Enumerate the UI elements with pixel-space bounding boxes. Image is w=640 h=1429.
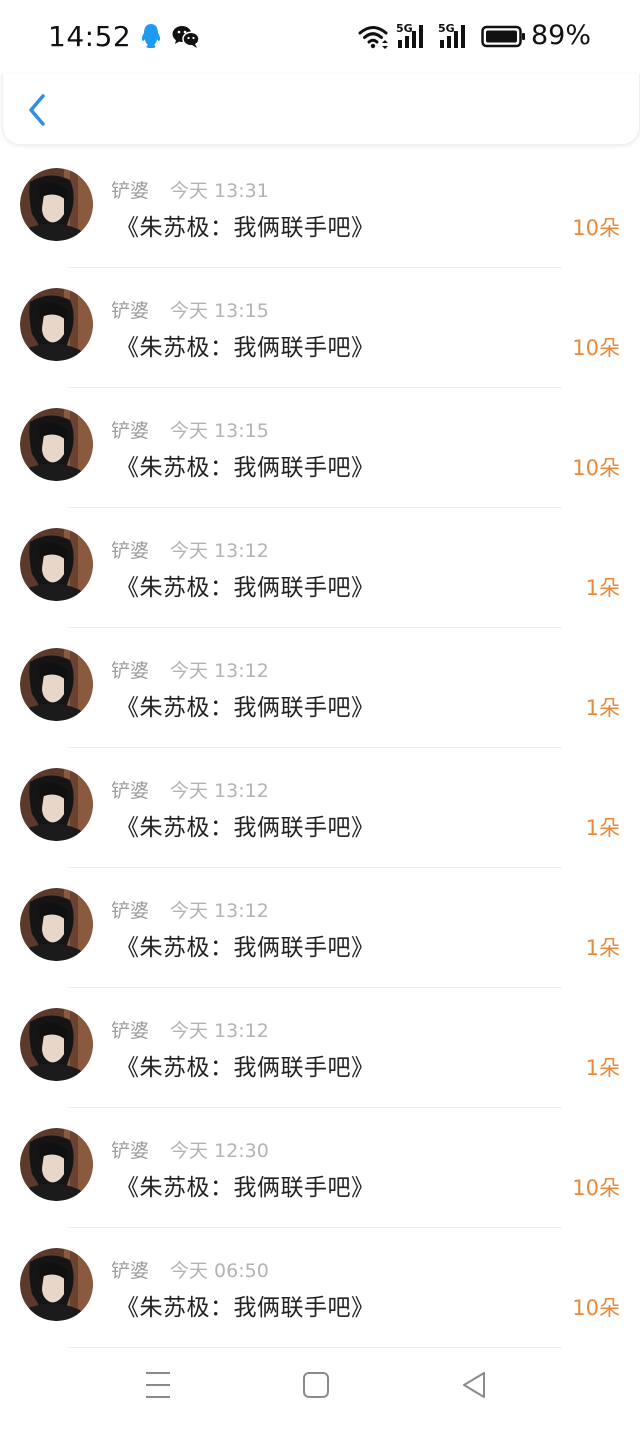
send-time: 今天 12:30 [170, 1140, 269, 1162]
list-item[interactable]: 铲婆 今天 13:12 《朱苏极：我俩联手吧》 1朵 [0, 508, 640, 628]
book-title: 《朱苏极：我俩联手吧》 [116, 815, 375, 841]
book-title: 《朱苏极：我俩联手吧》 [116, 695, 375, 721]
sender-name: 铲婆 [111, 780, 150, 802]
home-square-icon[interactable] [302, 1368, 330, 1402]
list-item[interactable]: 铲婆 今天 06:50 《朱苏极：我俩联手吧》 10朵 [0, 1228, 640, 1348]
avatar[interactable] [20, 408, 93, 481]
send-time: 今天 13:12 [170, 1020, 269, 1042]
svg-text:5G: 5G [438, 22, 455, 35]
list-item[interactable]: 铲婆 今天 13:12 《朱苏极：我俩联手吧》 1朵 [0, 988, 640, 1108]
chevron-left-icon[interactable] [23, 90, 53, 130]
sender-name: 铲婆 [111, 1020, 150, 1042]
svg-text:5G: 5G [396, 22, 413, 35]
avatar[interactable] [20, 1128, 93, 1201]
sender-name: 铲婆 [111, 1260, 150, 1282]
avatar[interactable] [20, 288, 93, 361]
send-time: 今天 13:15 [170, 300, 269, 322]
list-item[interactable]: 铲婆 今天 13:12 《朱苏极：我俩联手吧》 1朵 [0, 748, 640, 868]
flower-amount: 1朵 [585, 576, 620, 600]
list-item[interactable]: 铲婆 今天 12:30 《朱苏极：我俩联手吧》 10朵 [0, 1108, 640, 1228]
menu-icon[interactable] [144, 1368, 172, 1402]
flower-amount: 10朵 [572, 216, 620, 240]
list-item[interactable]: 铲婆 今天 13:15 《朱苏极：我俩联手吧》 10朵 [0, 268, 640, 388]
flower-amount: 10朵 [572, 336, 620, 360]
flower-amount: 10朵 [572, 1176, 620, 1200]
status-time: 14:52 [48, 20, 132, 53]
5g-signal-icon: 5G [438, 22, 465, 48]
list-item[interactable]: 铲婆 今天 13:15 《朱苏极：我俩联手吧》 10朵 [0, 388, 640, 508]
avatar[interactable] [20, 648, 93, 721]
flower-amount: 1朵 [585, 1056, 620, 1080]
avatar[interactable] [20, 888, 93, 961]
sender-name: 铲婆 [111, 900, 150, 922]
flower-amount: 10朵 [572, 1296, 620, 1320]
sender-name: 铲婆 [111, 1140, 150, 1162]
book-title: 《朱苏极：我俩联手吧》 [116, 1175, 375, 1201]
send-time: 今天 13:12 [170, 540, 269, 562]
sender-name: 铲婆 [111, 180, 150, 202]
send-time: 今天 13:12 [170, 660, 269, 682]
list-item[interactable]: 铲婆 今天 13:31 《朱苏极：我俩联手吧》 10朵 [0, 148, 640, 268]
avatar[interactable] [20, 1008, 93, 1081]
avatar[interactable] [20, 768, 93, 841]
book-title: 《朱苏极：我俩联手吧》 [116, 1055, 375, 1081]
status-bar: 14:52 5G 5G 89% [0, 0, 640, 75]
back-triangle-icon[interactable] [460, 1368, 488, 1402]
avatar[interactable] [20, 1248, 93, 1321]
top-app-bar [2, 74, 640, 145]
book-title: 《朱苏极：我俩联手吧》 [116, 335, 375, 361]
list-item[interactable]: 铲婆 今天 13:12 《朱苏极：我俩联手吧》 1朵 [0, 628, 640, 748]
send-time: 今天 06:50 [170, 1260, 269, 1282]
sender-name: 铲婆 [111, 540, 150, 562]
gift-record-list: 铲婆 今天 13:31 《朱苏极：我俩联手吧》 10朵 铲婆 今天 13:15 … [0, 148, 640, 1348]
send-time: 今天 13:12 [170, 900, 269, 922]
5g-signal-icon: 5G [396, 22, 423, 48]
send-time: 今天 13:12 [170, 780, 269, 802]
list-item[interactable]: 铲婆 今天 13:12 《朱苏极：我俩联手吧》 1朵 [0, 868, 640, 988]
book-title: 《朱苏极：我俩联手吧》 [116, 1295, 375, 1321]
system-nav-bar [0, 1340, 640, 1429]
battery-icon [481, 25, 525, 48]
send-time: 今天 13:31 [170, 180, 269, 202]
sender-name: 铲婆 [111, 420, 150, 442]
qq-icon [141, 24, 161, 48]
avatar[interactable] [20, 168, 93, 241]
book-title: 《朱苏极：我俩联手吧》 [116, 215, 375, 241]
sender-name: 铲婆 [111, 300, 150, 322]
flower-amount: 1朵 [585, 696, 620, 720]
wifi-icon [358, 26, 388, 49]
avatar[interactable] [20, 528, 93, 601]
wechat-icon [172, 26, 200, 48]
send-time: 今天 13:15 [170, 420, 269, 442]
flower-amount: 10朵 [572, 456, 620, 480]
flower-amount: 1朵 [585, 816, 620, 840]
flower-amount: 1朵 [585, 936, 620, 960]
book-title: 《朱苏极：我俩联手吧》 [116, 455, 375, 481]
book-title: 《朱苏极：我俩联手吧》 [116, 935, 375, 961]
sender-name: 铲婆 [111, 660, 150, 682]
book-title: 《朱苏极：我俩联手吧》 [116, 575, 375, 601]
battery-percent: 89% [531, 20, 592, 51]
